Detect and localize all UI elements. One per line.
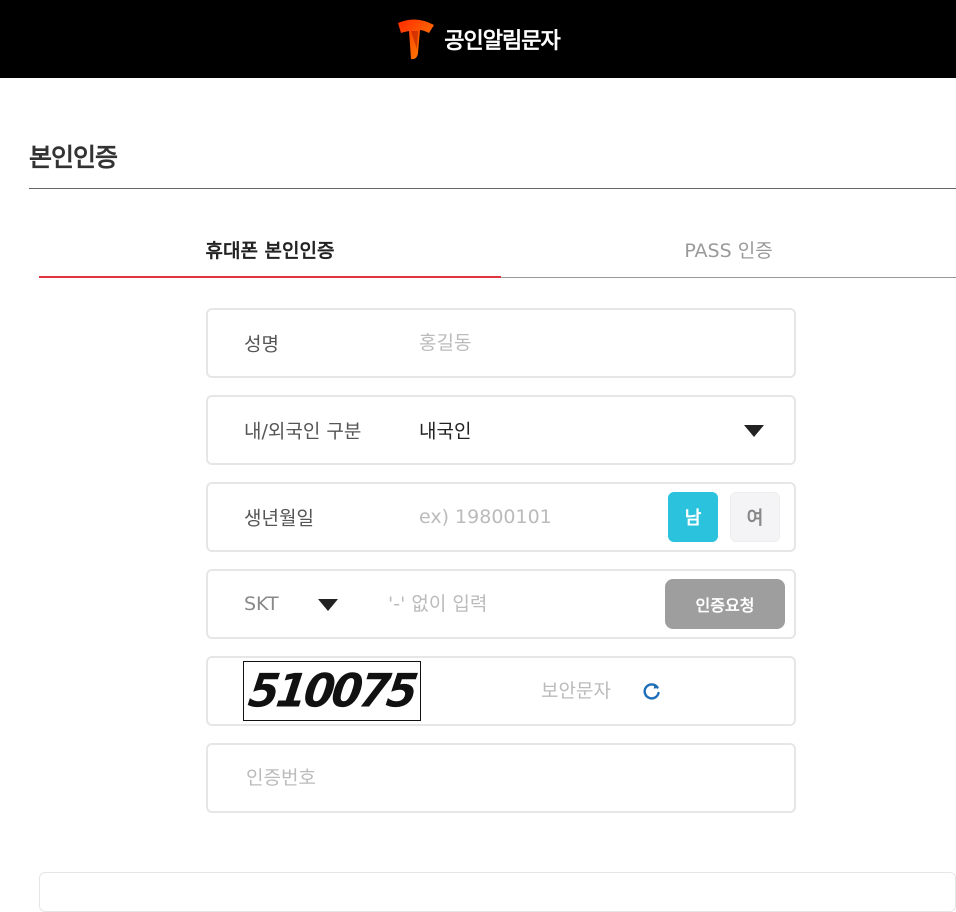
chevron-down-icon[interactable] — [744, 425, 764, 437]
request-verification-button[interactable]: 인증요청 — [665, 579, 785, 629]
gender-female-button[interactable]: 여 — [730, 492, 780, 542]
name-field: 성명 — [206, 308, 796, 378]
verification-code-input[interactable] — [244, 766, 744, 790]
captcha-code: 510075 — [245, 664, 419, 718]
tab-phone-verification[interactable]: 휴대폰 본인인증 — [39, 222, 501, 278]
name-label: 성명 — [244, 333, 279, 356]
top-header: 공인알림문자 — [0, 0, 956, 78]
terms-box — [39, 872, 956, 912]
tab-pass-verification[interactable]: PASS 인증 — [501, 222, 956, 278]
refresh-glyph — [643, 683, 660, 700]
brand[interactable]: 공인알림문자 — [396, 17, 561, 61]
verification-code-field — [206, 743, 796, 813]
title-divider — [29, 188, 956, 189]
carrier-select-value[interactable]: SKT — [244, 593, 279, 615]
birthdate-field: 생년월일 남 여 — [206, 482, 796, 552]
brand-name: 공인알림문자 — [444, 29, 560, 54]
gender-male-button[interactable]: 남 — [668, 492, 718, 542]
captcha-image: 510075 — [243, 661, 421, 721]
name-input[interactable] — [417, 331, 757, 355]
phone-number-input[interactable] — [386, 592, 656, 616]
birthdate-input[interactable] — [417, 505, 657, 529]
page-title: 본인인증 — [29, 143, 118, 172]
phone-field: SKT 인증요청 — [206, 569, 796, 639]
nationality-label: 내/외국인 구분 — [244, 420, 362, 443]
carrier-chevron-down-icon[interactable] — [318, 599, 338, 611]
t-logo-icon — [398, 19, 435, 60]
nationality-select[interactable]: 내/외국인 구분 내국인 — [206, 395, 796, 465]
captcha-field: 510075 — [206, 656, 796, 726]
refresh-icon[interactable] — [640, 679, 664, 703]
captcha-input[interactable] — [539, 679, 634, 703]
birthdate-label: 생년월일 — [244, 507, 314, 530]
nationality-selected-value: 내국인 — [419, 420, 472, 443]
auth-tabs: 휴대폰 본인인증 PASS 인증 — [39, 222, 956, 278]
